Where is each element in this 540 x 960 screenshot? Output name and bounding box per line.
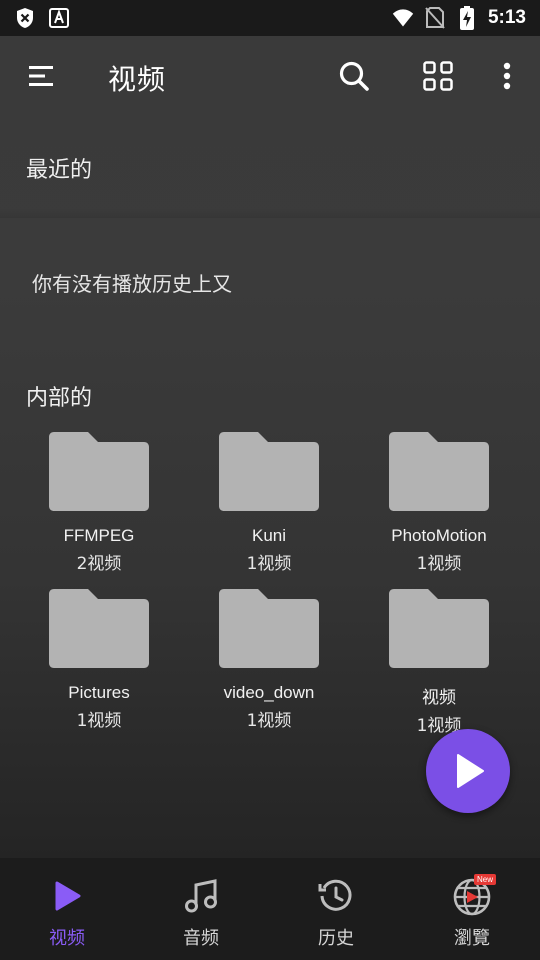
folder-icon <box>49 432 149 511</box>
folder-name: FFMPEG <box>63 526 135 545</box>
play-icon <box>47 876 87 916</box>
nav-label: 视频 <box>49 928 85 949</box>
folder-icon <box>49 589 149 668</box>
internal-section-title: 内部的 <box>26 386 93 411</box>
recent-section-title: 最近的 <box>26 158 93 183</box>
folder-name: video_down <box>223 683 315 702</box>
folder-icon <box>219 589 319 668</box>
new-badge: New <box>473 874 496 885</box>
folder-name: 视频 <box>422 688 456 707</box>
battery-charging-icon <box>456 6 478 30</box>
folder-icon <box>389 432 489 511</box>
history-icon <box>316 876 356 916</box>
folder-video-count: 1视频 <box>416 554 462 574</box>
nav-item-audio[interactable]: 音频 <box>134 858 268 960</box>
folder-video-count: 1视频 <box>246 554 292 574</box>
nav-label: 历史 <box>318 928 354 949</box>
bottom-navigation: 视频 音频 历史 New 瀏覽 <box>0 858 540 960</box>
no-sim-icon <box>424 7 446 29</box>
nav-item-browse[interactable]: New 瀏覽 <box>404 858 540 960</box>
folder-item[interactable]: Kuni 1视频 <box>184 428 354 585</box>
folder-video-count: 1视频 <box>246 711 292 731</box>
music-note-icon <box>181 876 221 916</box>
folder-grid: FFMPEG 2视频 Kuni 1视频 PhotoMotion 1视频 Pict… <box>0 428 540 742</box>
folder-video-count: 1视频 <box>76 711 122 731</box>
search-button[interactable] <box>330 54 378 102</box>
folder-icon <box>219 432 319 511</box>
nav-label: 音频 <box>183 928 219 949</box>
empty-history-message: 你有没有播放历史上又 <box>32 272 232 296</box>
folder-name: PhotoMotion <box>391 526 487 545</box>
more-vert-icon <box>503 62 511 94</box>
page-title: 视频 <box>108 63 167 96</box>
toolbar: 视频 <box>0 36 540 120</box>
menu-button[interactable] <box>18 54 66 102</box>
folder-icon <box>389 589 489 668</box>
folder-video-count: 2视频 <box>76 554 122 574</box>
folder-item[interactable]: 视频 1视频 <box>354 585 524 742</box>
section-divider <box>0 208 540 218</box>
text-a-icon <box>48 7 70 29</box>
grid-view-icon <box>423 61 453 95</box>
status-time: 5:13 <box>487 7 526 28</box>
nav-item-video[interactable]: 视频 <box>0 858 134 960</box>
nav-item-history[interactable]: 历史 <box>268 858 404 960</box>
globe-play-icon: New <box>452 874 496 916</box>
shield-x-icon <box>14 7 36 29</box>
status-bar: 5:13 <box>0 0 540 36</box>
search-icon <box>339 61 369 95</box>
folder-name: Kuni <box>251 526 287 545</box>
nav-label: 瀏覽 <box>454 928 490 949</box>
folder-item[interactable]: Pictures 1视频 <box>14 585 184 742</box>
play-fab-button[interactable] <box>426 729 510 813</box>
grid-view-button[interactable] <box>414 54 462 102</box>
more-options-button[interactable] <box>483 54 531 102</box>
wifi-icon <box>392 7 414 29</box>
folder-name: Pictures <box>68 683 130 702</box>
play-icon <box>457 754 484 788</box>
menu-icon <box>29 65 55 91</box>
folder-item[interactable]: FFMPEG 2视频 <box>14 428 184 585</box>
folder-item[interactable]: PhotoMotion 1视频 <box>354 428 524 585</box>
folder-item[interactable]: video_down 1视频 <box>184 585 354 742</box>
